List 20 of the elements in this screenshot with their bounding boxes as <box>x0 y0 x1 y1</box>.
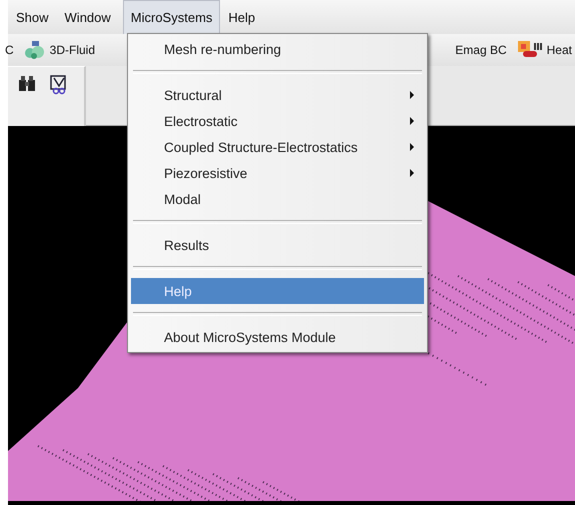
toolbar-button[interactable]: Heat <box>516 40 572 60</box>
binoculars-icon[interactable] <box>18 75 36 93</box>
scissors-icon[interactable] <box>50 75 68 95</box>
menu-item[interactable]: Electrostatic <box>131 108 424 134</box>
menu-item[interactable]: About MicroSystems Module <box>131 324 424 350</box>
menu-title[interactable]: Window <box>56 0 119 34</box>
toolbar-button[interactable]: Emag BC <box>455 43 507 57</box>
menu-title[interactable]: Show <box>8 0 57 34</box>
toolbar-button[interactable]: C <box>5 43 14 57</box>
toolbar-button[interactable]: 3D-Fluid <box>24 40 96 60</box>
menu-item[interactable]: Mesh re-numbering <box>131 36 424 62</box>
menu-item[interactable]: Coupled Structure-Electrostatics <box>131 134 424 160</box>
heat-icon <box>516 40 543 60</box>
menu-item[interactable]: Structural <box>131 82 424 108</box>
menu-item[interactable]: Modal <box>131 186 424 212</box>
menu-title[interactable]: MicroSystems <box>122 0 220 34</box>
menu-item[interactable]: Results <box>131 232 424 258</box>
menu-title[interactable]: Help <box>220 0 264 34</box>
menu-item[interactable]: Piezoresistive <box>131 160 424 186</box>
fluid-icon <box>24 40 46 60</box>
